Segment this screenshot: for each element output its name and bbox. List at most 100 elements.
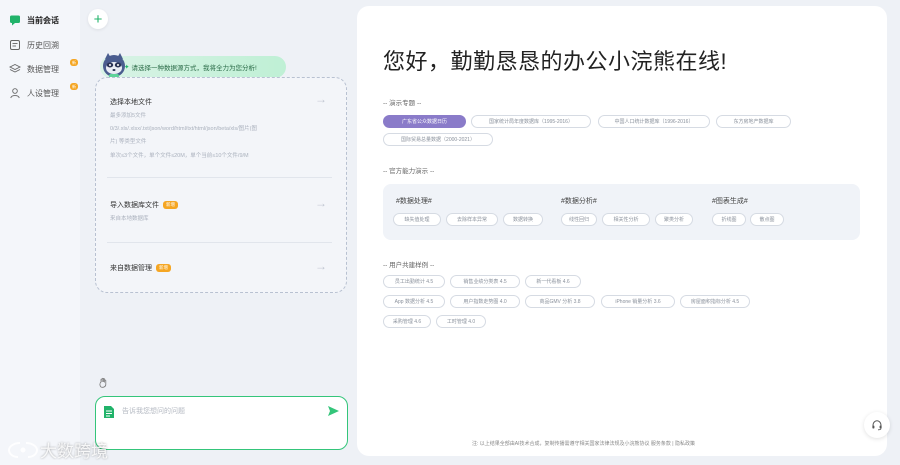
greeting-text: 请选择一种数据源方式，我将全力为您分析! [131, 65, 257, 72]
case-chip[interactable]: 员工出勤统计 4.5 [383, 275, 445, 288]
hero-title: 您好，勤勤恳恳的办公小浣熊在线! [383, 49, 728, 74]
db-file-label: 导入数据库文件 [110, 202, 159, 209]
watermark-text: 大数跨境 [40, 442, 108, 461]
plus-icon: + [93, 10, 103, 28]
chip-label: App 数据分析 4.5 [394, 299, 434, 305]
chip-label: 折线图 [721, 217, 737, 223]
layers-icon [8, 62, 22, 76]
divider [107, 177, 332, 178]
topic-chip[interactable]: 中国人口统计数据库（1996-2016） [598, 115, 710, 128]
chip-label: 员工出勤统计 4.5 [394, 279, 434, 285]
new-badge: 新 [70, 83, 78, 90]
ability-chip[interactable]: 缺失值处理 [393, 213, 441, 226]
data-manage-arrow-icon[interactable]: → [315, 259, 327, 273]
case-chip[interactable]: 用户指数走势图 4.0 [450, 295, 520, 308]
db-file-desc: 来自本地数据库 [110, 216, 149, 222]
chip-label: 用户指数走势图 4.0 [463, 299, 507, 305]
topic-chip[interactable]: 国际贸易总量数据（2000-2021） [383, 133, 493, 146]
sidebar-item-label: 数据管理 [27, 64, 59, 74]
sidebar-item-current-session[interactable]: 当前会话 [8, 10, 59, 30]
headset-icon [872, 420, 882, 431]
new-chat-button[interactable]: + [88, 9, 108, 29]
user-icon [8, 86, 22, 100]
chip-label: 聚类分析 [663, 217, 684, 223]
chip-label: 国际贸易总量数据（2000-2021） [401, 137, 475, 143]
divider [107, 242, 332, 243]
chip-label: 广东省公众数据日历 [401, 119, 447, 125]
local-file-desc-3: 片) 等类型文件 [110, 139, 147, 145]
chip-label: 商品GMV 分析 3.8 [539, 299, 581, 305]
ability-chip[interactable]: 散点图 [750, 213, 784, 226]
chip-label: iPhone 销量分析 3.6 [615, 299, 661, 305]
question-input[interactable] [122, 405, 312, 417]
chip-label: 去除样本异常 [456, 217, 487, 223]
chip-label: 国家统计局年度数据库（1995-2016） [489, 119, 573, 125]
history-icon [8, 38, 22, 52]
case-chip[interactable]: 采购管理 4.6 [383, 315, 431, 328]
ability-group-title: #数据处理# [396, 198, 432, 205]
raccoon-mascot-icon [103, 53, 125, 78]
sidebar-item-history[interactable]: 历史回溯 [8, 35, 59, 55]
ability-chip[interactable]: 相关性分析 [602, 213, 650, 226]
chip-label: 中国人口统计数据库（1996-2016） [614, 119, 694, 125]
document-icon[interactable] [103, 405, 115, 419]
sidebar-item-persona-manage[interactable]: 人设管理 新 [8, 83, 78, 103]
ability-group-title: #数据分析# [561, 198, 597, 205]
ability-chip[interactable]: 线性回归 [561, 213, 597, 226]
sidebar-item-label: 人设管理 [27, 88, 59, 98]
ability-chip[interactable]: 数据转换 [503, 213, 543, 226]
abilities-section-label: -- 官方能力演示 -- [383, 168, 435, 175]
footnote-text: 注: 以上结果全部由AI技术合成，复制传播需遵守相关国家法律法规及小浣熊协议 服… [472, 441, 695, 447]
sidebar-item-label: 历史回溯 [27, 40, 59, 50]
case-chip[interactable]: 房屋面积指标分析 4.5 [680, 295, 750, 308]
watermark: 大数跨境 [6, 437, 108, 462]
local-file-desc-2: 0/3/.xls/.xlsx/.txt/json/word/html/txt/h… [110, 126, 258, 132]
db-file-arrow-icon[interactable]: → [315, 196, 327, 210]
cases-section-label: -- 用户共建样例 -- [383, 262, 435, 269]
chip-label: 采购管理 4.6 [392, 319, 422, 325]
chip-label: 东方房地产数据库 [733, 119, 774, 125]
sidebar-item-data-manage[interactable]: 数据管理 新 [8, 59, 78, 79]
hand-wave-icon[interactable] [98, 377, 110, 389]
topic-chip[interactable]: 广东省公众数据日历 [383, 115, 466, 128]
abilities-box [383, 184, 860, 240]
case-chip[interactable]: 销售业绩分类表 4.5 [450, 275, 520, 288]
case-chip[interactable]: iPhone 销量分析 3.6 [601, 295, 675, 308]
case-chip[interactable]: 商品GMV 分析 3.8 [525, 295, 595, 308]
watermark-logo-icon [7, 441, 39, 458]
sidebar-item-label: 当前会话 [27, 15, 59, 25]
local-file-desc-4: 单次≤3个文件，单个文件≤20M，单个当前≤10个文件/9/M [110, 153, 249, 159]
datasource-card [95, 77, 347, 293]
chip-label: 数据转换 [512, 217, 533, 223]
chip-label: 线性回归 [568, 217, 589, 223]
chip-label: 缺失值处理 [404, 217, 430, 223]
ability-chip[interactable]: 聚类分析 [655, 213, 693, 226]
topic-chip[interactable]: 东方房地产数据库 [716, 115, 791, 128]
new-badge: 新 [70, 59, 78, 66]
case-chip[interactable]: App 数据分析 4.5 [383, 295, 445, 308]
local-file-arrow-icon[interactable]: → [315, 92, 327, 106]
data-manage-label: 来自数据管理 [110, 265, 152, 272]
chip-label: 相关性分析 [613, 217, 639, 223]
db-file-title[interactable]: 导入数据库文件 新增 [110, 200, 178, 210]
ability-chip[interactable]: 去除样本异常 [446, 213, 498, 226]
ability-group-title: #图表生成# [712, 198, 748, 205]
case-chip[interactable]: 新一代看板 4.6 [525, 275, 581, 288]
topics-section-label: -- 演示专题 -- [383, 100, 422, 107]
local-file-desc-1: 最多添加5文件 [110, 113, 147, 119]
ability-chip[interactable]: 折线图 [712, 213, 746, 226]
case-chip[interactable]: 工时管理 4.0 [436, 315, 486, 328]
data-manage-title[interactable]: 来自数据管理 新增 [110, 263, 171, 273]
chip-label: 销售业绩分类表 4.5 [463, 279, 507, 285]
new-badge: 新增 [156, 264, 171, 273]
send-icon[interactable] [326, 404, 340, 418]
new-badge: 新增 [163, 201, 178, 210]
chip-label: 散点图 [759, 217, 775, 223]
topic-chip[interactable]: 国家统计局年度数据库（1995-2016） [471, 115, 591, 128]
local-file-title[interactable]: 选择本地文件 [110, 97, 152, 107]
chip-label: 工时管理 4.0 [446, 319, 476, 325]
help-button[interactable] [864, 412, 890, 438]
chat-icon [8, 13, 22, 27]
chip-label: 房屋面积指标分析 4.5 [690, 299, 740, 305]
chip-label: 新一代看板 4.6 [536, 279, 570, 285]
